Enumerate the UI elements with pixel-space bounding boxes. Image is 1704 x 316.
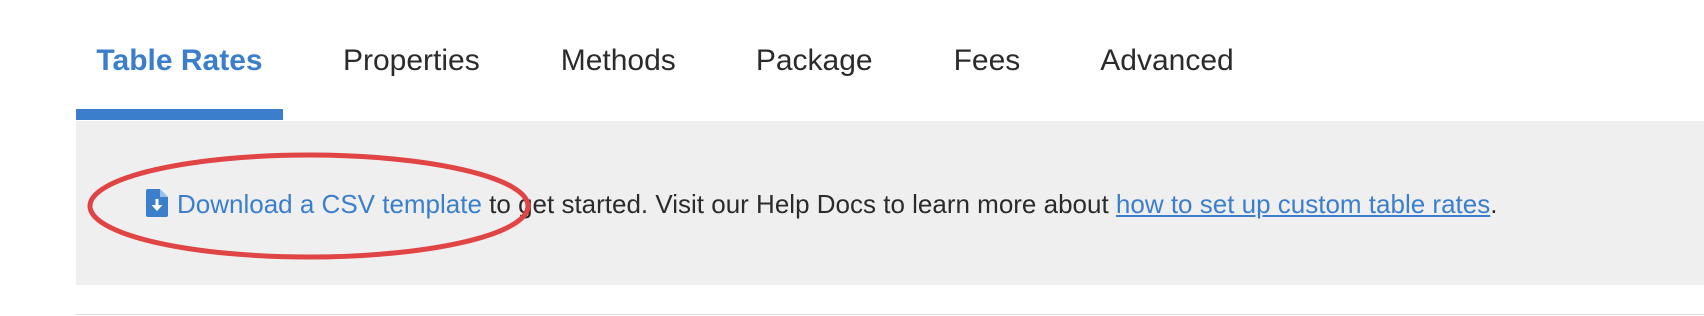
tab-label: Table Rates bbox=[96, 44, 263, 77]
tab-properties[interactable]: Properties bbox=[343, 0, 480, 120]
tab-label: Package bbox=[755, 44, 873, 77]
divider bbox=[76, 314, 1704, 315]
notice-middle-text: to get started. Visit our Help Docs to l… bbox=[481, 189, 1116, 219]
tab-label: Fees bbox=[953, 44, 1021, 77]
tab-methods[interactable]: Methods bbox=[561, 0, 676, 120]
settings-tabs: Table Rates Properties Methods Package F… bbox=[76, 0, 1234, 120]
notice-message: Download a CSV template to get started. … bbox=[146, 189, 1497, 219]
csv-template-notice: Download a CSV template to get started. … bbox=[76, 121, 1704, 285]
tab-fees[interactable]: Fees bbox=[954, 0, 1021, 120]
active-tab-indicator bbox=[76, 109, 283, 120]
tab-label: Advanced bbox=[1100, 44, 1234, 77]
file-download-icon[interactable] bbox=[146, 189, 168, 217]
tab-label: Methods bbox=[560, 44, 676, 77]
tab-package[interactable]: Package bbox=[756, 0, 873, 120]
download-csv-template-link[interactable]: Download a CSV template bbox=[177, 189, 482, 219]
tab-label: Properties bbox=[343, 44, 480, 77]
notice-end-text: . bbox=[1490, 189, 1498, 219]
tab-table-rates[interactable]: Table Rates bbox=[76, 0, 283, 120]
shipping-settings-page: Table Rates Properties Methods Package F… bbox=[0, 0, 1704, 316]
help-docs-link[interactable]: how to set up custom table rates bbox=[1116, 189, 1490, 219]
tab-advanced[interactable]: Advanced bbox=[1100, 0, 1233, 120]
